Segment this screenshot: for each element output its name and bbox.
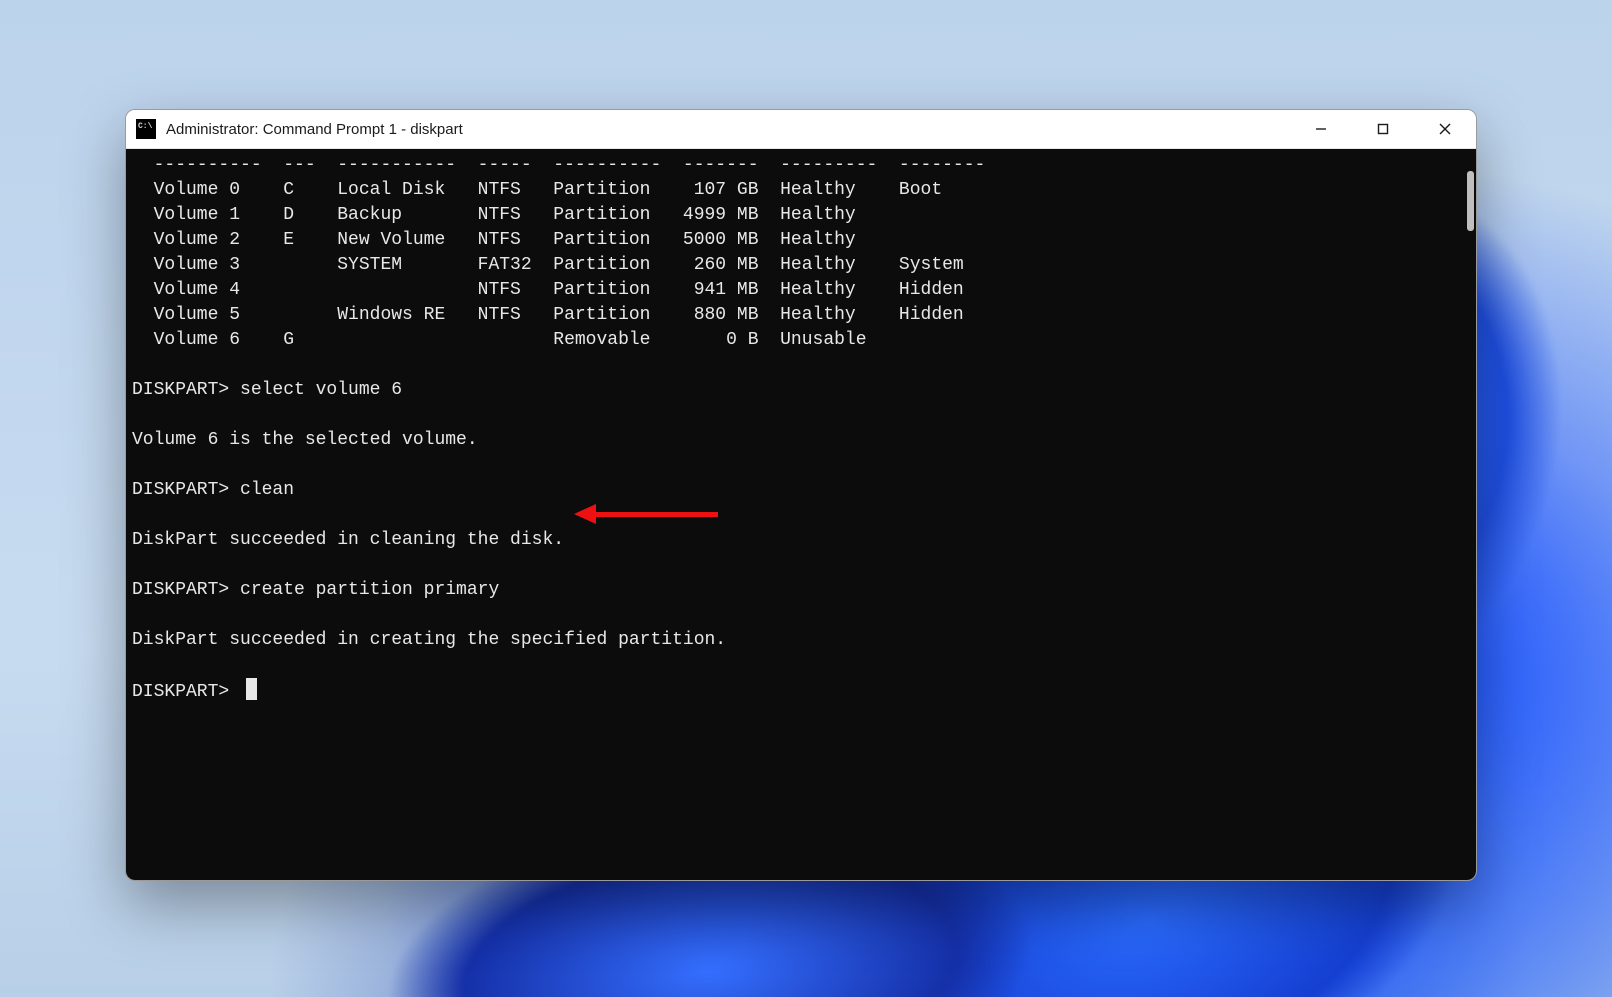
terminal-text: ---------- --- ----------- ----- -------… xyxy=(132,153,1472,705)
cmd-icon xyxy=(136,119,156,139)
titlebar[interactable]: Administrator: Command Prompt 1 - diskpa… xyxy=(126,110,1476,149)
window-title: Administrator: Command Prompt 1 - diskpa… xyxy=(166,121,463,138)
desktop-background: Administrator: Command Prompt 1 - diskpa… xyxy=(0,0,1612,997)
command-prompt-window: Administrator: Command Prompt 1 - diskpa… xyxy=(125,109,1477,881)
window-controls xyxy=(1290,110,1476,148)
minimize-button[interactable] xyxy=(1290,110,1352,148)
close-button[interactable] xyxy=(1414,110,1476,148)
cursor xyxy=(246,678,257,700)
maximize-button[interactable] xyxy=(1352,110,1414,148)
scrollbar-thumb[interactable] xyxy=(1467,171,1474,231)
terminal-output[interactable]: ---------- --- ----------- ----- -------… xyxy=(126,149,1476,881)
